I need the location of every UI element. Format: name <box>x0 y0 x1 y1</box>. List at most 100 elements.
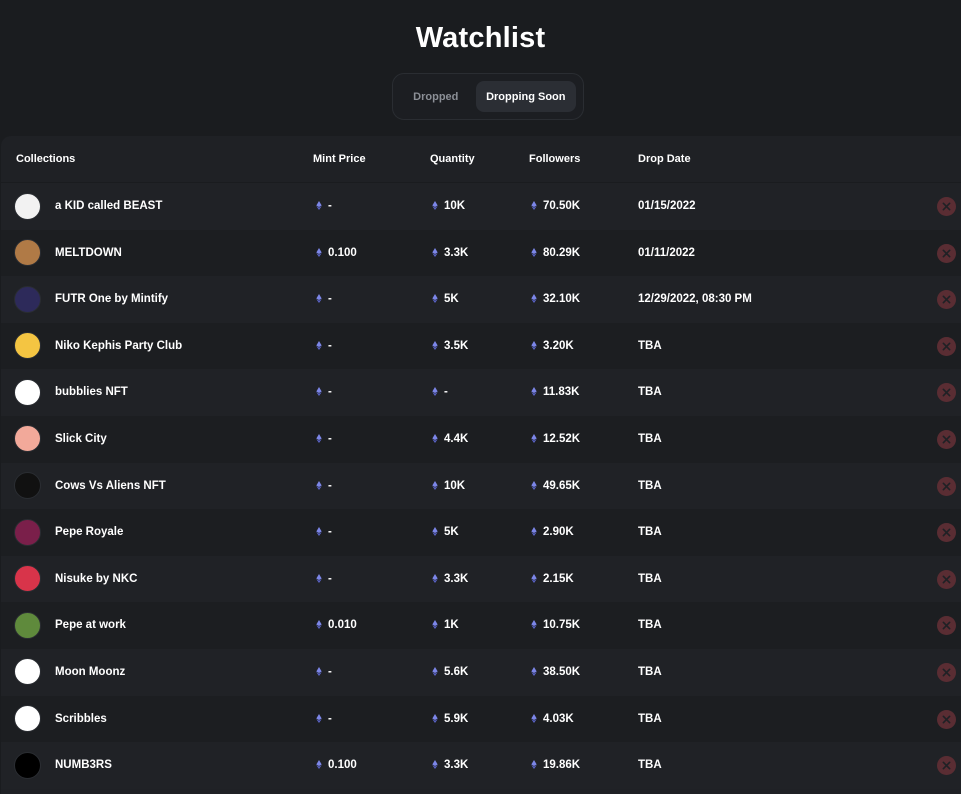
quantity-cell: 5.6K <box>432 649 468 696</box>
eth-icon <box>531 620 537 630</box>
quantity-cell: 3.3K <box>432 742 468 789</box>
column-header-mint-price[interactable]: Mint Price <box>313 136 366 183</box>
table-row[interactable]: Nisuke by NKC - 3.3K 2.15K TBA <box>1 555 961 603</box>
table-row[interactable]: bubblies NFT - - 11.83K TBA <box>1 369 961 416</box>
eth-icon <box>316 713 322 723</box>
remove-button[interactable] <box>937 616 956 636</box>
drop-date-value: TBA <box>638 432 662 445</box>
remove-button[interactable] <box>937 383 956 403</box>
table-row[interactable]: Slick City - 4.4K 12.52K TBA <box>1 415 961 463</box>
collection-name[interactable]: Pepe Royale <box>55 509 123 556</box>
followers-value: 38.50K <box>543 665 581 678</box>
remove-button[interactable] <box>937 197 956 216</box>
collection-name[interactable]: Slick City <box>55 416 107 463</box>
collection-avatar[interactable] <box>14 378 41 406</box>
table-row[interactable]: Niko Kephis Party Club - 3.5K 3.20K TBA <box>1 322 961 370</box>
mint-price-cell: - <box>316 556 332 603</box>
column-header-collections[interactable]: Collections <box>16 136 75 183</box>
collection-name[interactable]: bubblies NFT <box>55 369 128 416</box>
table-row[interactable]: Scribbles - 5.9K 4.03K TBA <box>1 695 961 743</box>
quantity-value: 3.5K <box>444 339 469 352</box>
column-header-quantity[interactable]: Quantity <box>430 136 475 183</box>
eth-icon <box>432 713 438 723</box>
collection-name[interactable]: MELTDOWN <box>55 230 122 277</box>
mint-price-value: 0.100 <box>328 246 357 259</box>
column-header-drop-date[interactable]: Drop Date <box>638 136 691 183</box>
table-row[interactable]: Pepe at work 0.010 1K 10.75K TBA <box>1 602 961 649</box>
collection-name[interactable]: a KID called BEAST <box>55 183 162 230</box>
quantity-value: 3.3K <box>444 759 469 772</box>
followers-cell: 3.20K <box>531 323 574 370</box>
collection-name[interactable]: Nisuke by NKC <box>55 556 137 603</box>
remove-button[interactable] <box>937 523 956 543</box>
followers-value: 49.65K <box>543 479 581 492</box>
mint-price-cell: - <box>316 509 332 556</box>
mint-price-value: - <box>328 712 332 725</box>
quantity-cell: - <box>432 369 448 416</box>
collection-avatar[interactable] <box>14 565 41 593</box>
collection-avatar[interactable] <box>14 239 41 267</box>
remove-button[interactable] <box>937 709 956 729</box>
remove-button[interactable] <box>937 243 956 263</box>
tab-dropped[interactable]: Dropped <box>400 81 472 112</box>
collection-avatar[interactable] <box>14 611 41 639</box>
tab-dropping-soon[interactable]: Dropping Soon <box>475 81 576 112</box>
eth-icon <box>316 666 322 676</box>
followers-value: 4.03K <box>543 712 574 725</box>
followers-cell: 4.03K <box>531 696 574 743</box>
collection-name[interactable]: FUTR One by Mintify <box>55 276 168 323</box>
remove-button[interactable] <box>937 756 956 776</box>
table-row[interactable]: FUTR One by Mintify - 5K 32.10K 12/29/2022, … <box>1 276 961 323</box>
quantity-value: 1K <box>444 619 459 632</box>
eth-icon <box>316 760 322 770</box>
table-row[interactable]: a KID called BEAST - 10K 70.50K 01/15/2022 <box>1 183 961 230</box>
collection-avatar[interactable] <box>14 192 41 220</box>
quantity-cell: 5.9K <box>432 696 468 743</box>
remove-button[interactable] <box>937 336 956 356</box>
collection-avatar[interactable] <box>14 518 41 546</box>
close-icon <box>942 249 951 258</box>
collection-name[interactable]: NUMB3RS <box>55 742 112 789</box>
followers-value: 11.83K <box>543 386 580 399</box>
followers-value: 3.20K <box>543 339 574 352</box>
collection-avatar[interactable] <box>14 332 41 360</box>
quantity-cell: 1K <box>432 602 459 649</box>
remove-button[interactable] <box>937 662 956 682</box>
table-row[interactable]: Moon Moonz - 5.6K 38.50K TBA <box>1 648 961 696</box>
followers-cell: 10.75K <box>531 602 580 649</box>
remove-button[interactable] <box>937 476 956 496</box>
collection-name[interactable]: Niko Kephis Party Club <box>55 323 182 370</box>
table-row[interactable]: NUMB3RS 0.100 3.3K 19.86K TBA <box>1 742 961 789</box>
collection-name[interactable]: Cows Vs Aliens NFT <box>55 463 166 510</box>
followers-cell: 70.50K <box>531 183 580 230</box>
collection-avatar[interactable] <box>14 705 41 733</box>
collection-avatar[interactable] <box>14 285 41 313</box>
remove-button[interactable] <box>937 569 956 589</box>
table-row[interactable]: Pepe Royale - 5K 2.90K TBA <box>1 509 961 556</box>
followers-value: 70.50K <box>543 200 581 212</box>
followers-cell: 38.50K <box>531 649 580 696</box>
column-header-followers[interactable]: Followers <box>529 136 580 183</box>
drop-date-value: 12/29/2022, 08:30 PM <box>638 293 752 306</box>
quantity-value: 5K <box>444 526 459 539</box>
collection-avatar[interactable] <box>14 658 41 686</box>
table-row[interactable]: MELTDOWN 0.100 3.3K 80.29K 01/11/2022 <box>1 229 961 277</box>
collection-avatar[interactable] <box>14 751 41 779</box>
close-icon <box>942 482 951 491</box>
collection-name[interactable]: Scribbles <box>55 696 107 743</box>
followers-cell: 19.86K <box>531 742 580 789</box>
collection-avatar[interactable] <box>14 425 41 453</box>
collection-avatar[interactable] <box>14 472 41 500</box>
collection-name[interactable]: Moon Moonz <box>55 649 125 696</box>
followers-cell: 2.15K <box>531 556 574 603</box>
mint-price-value: - <box>328 526 332 539</box>
remove-button[interactable] <box>937 290 956 310</box>
close-icon <box>942 575 951 584</box>
remove-button[interactable] <box>937 429 956 449</box>
collection-name[interactable]: Pepe at work <box>55 602 126 649</box>
eth-icon <box>432 294 438 304</box>
eth-icon <box>316 201 322 210</box>
close-icon <box>942 295 951 304</box>
quantity-cell: 3.5K <box>432 323 468 370</box>
table-row[interactable]: Cows Vs Aliens NFT - 10K 49.65K TBA <box>1 462 961 510</box>
